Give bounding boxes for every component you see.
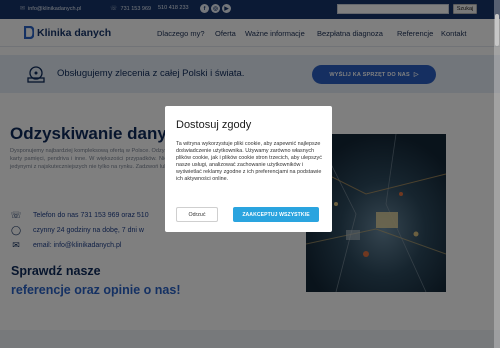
cookie-modal-title: Dostosuj zgody [176,119,252,131]
reject-cookies-button[interactable]: Odrzuć [176,207,218,222]
cookie-consent-modal: Dostosuj zgody Ta witryna wykorzystuje p… [165,106,332,232]
page-scrollbar[interactable] [494,0,500,348]
accept-all-cookies-button[interactable]: ZAAKCEPTUJ WSZYSTKIE [233,207,319,222]
cookie-modal-text: Ta witryna wykorzystuje pliki cookie, ab… [176,141,322,182]
scrollbar-thumb[interactable] [495,14,499,46]
